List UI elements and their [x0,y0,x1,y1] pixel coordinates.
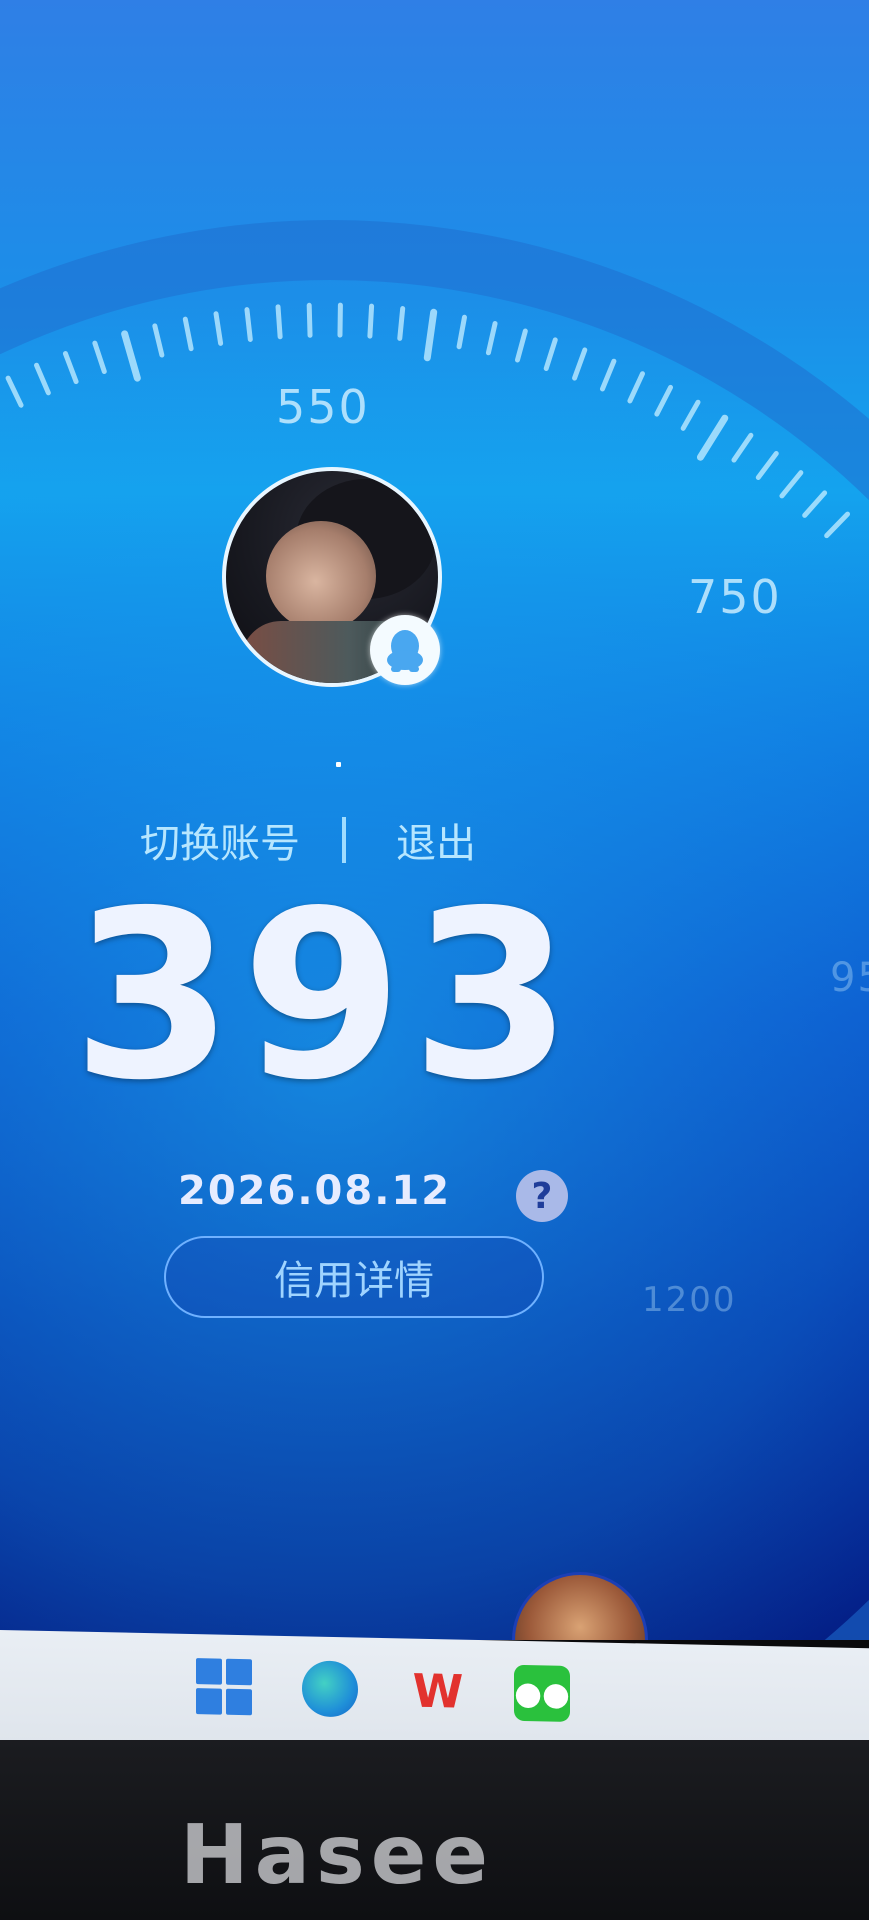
gauge-tick [367,303,375,339]
nickname-dot [336,762,341,767]
credit-detail-label: 信用详情 [274,1258,434,1304]
help-icon-glyph: ? [531,1175,553,1217]
avatar-face [266,521,376,631]
win-tile [226,1688,252,1716]
windows-start-icon[interactable] [196,1658,252,1716]
user-avatar-block[interactable] [222,467,442,687]
qq-penguin-shape [387,630,423,672]
gauge-label-550: 550 [276,380,370,434]
monitor-brand-logo: Hasee [180,1808,494,1903]
gauge-tick [275,304,283,340]
wechat-icon[interactable]: ●● [514,1664,570,1722]
score-date: 2026.08.12 [178,1168,452,1214]
gauge-label-950: 95 [830,955,869,1001]
win-tile [196,1688,222,1715]
gauge-label-750: 750 [688,570,782,624]
win-tile [196,1658,222,1685]
gauge-tick [397,306,406,341]
gauge-tick [306,302,313,338]
credit-detail-button[interactable]: 信用详情 [164,1236,544,1318]
win-tile [226,1658,252,1686]
help-icon[interactable]: ? [516,1170,568,1222]
qq-penguin-icon [370,615,440,685]
gauge-label-1200: 1200 [642,1280,737,1320]
edge-browser-icon[interactable] [302,1660,358,1718]
link-separator [342,817,346,863]
gauge-tick [244,307,253,342]
app-screen: 550 750 95 1200 切换账号 退出 393 2026.08.12 ?… [0,0,869,1640]
credit-score: 393 [72,861,581,1131]
wps-icon[interactable]: W [410,1663,466,1720]
